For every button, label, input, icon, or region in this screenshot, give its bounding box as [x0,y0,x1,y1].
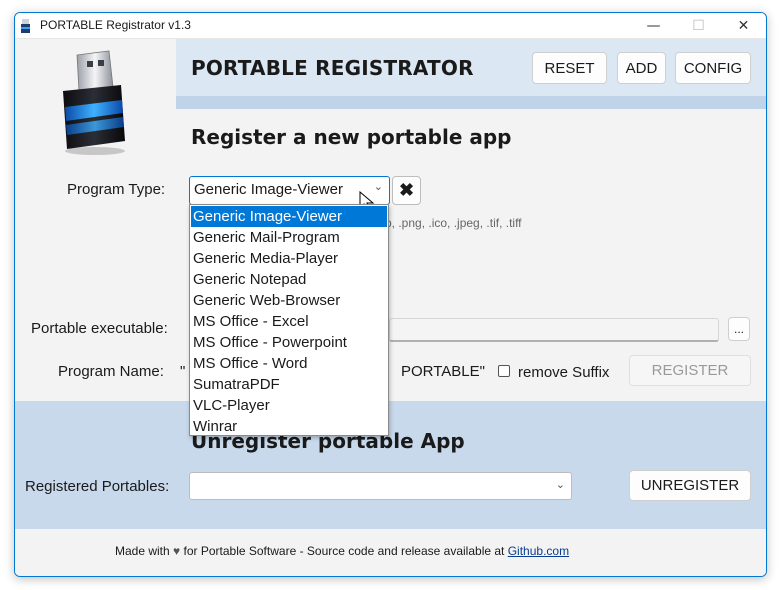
browse-button[interactable]: ... [728,317,750,341]
footer-text: Made with ♥ for Portable Software - Sour… [115,544,569,558]
dropdown-option[interactable]: Generic Notepad [191,269,387,290]
unregister-band [15,401,766,529]
dropdown-option[interactable]: Generic Media-Player [191,248,387,269]
register-section-title: Register a new portable app [191,125,512,149]
portable-executable-input[interactable] [389,318,719,342]
app-heading: PORTABLE REGISTRATOR [191,56,474,80]
dropdown-option[interactable]: MS Office - Excel [191,311,387,332]
add-button[interactable]: ADD [617,52,666,84]
dropdown-option[interactable]: Generic Image-Viewer [191,206,387,227]
dropdown-option[interactable]: VLC-Player [191,395,387,416]
footer: Made with ♥ for Portable Software - Sour… [15,529,766,576]
minimize-button[interactable]: — [631,13,676,38]
program-type-dropdown[interactable]: Generic Image-Viewer Generic Mail-Progra… [189,204,389,436]
clear-type-button[interactable]: ✖ [392,176,421,205]
reset-button[interactable]: RESET [532,52,607,84]
registered-portables-select[interactable]: ⌄ [189,472,572,500]
github-link[interactable]: Github.com [508,544,569,558]
dropdown-option[interactable]: MS Office - Word [191,353,387,374]
usb-app-icon [21,19,30,33]
usb-drive-logo [63,50,125,155]
close-button[interactable]: ✕ [721,13,766,38]
portable-executable-label: Portable executable: [31,320,168,337]
unregister-button[interactable]: UNREGISTER [629,470,751,501]
remove-suffix-checkbox[interactable] [498,365,510,377]
minimize-icon: — [646,17,661,34]
header-strip [176,96,766,109]
program-type-label: Program Type: [67,181,166,198]
registered-portables-label: Registered Portables: [25,478,170,495]
dropdown-option[interactable]: MS Office - Powerpoint [191,332,387,353]
window-title: PORTABLE Registrator v1.3 [40,18,191,32]
chevron-down-icon: ⌄ [373,181,383,193]
program-name-prefix: " [180,363,186,380]
register-button[interactable]: REGISTER [629,355,751,386]
app-window: PORTABLE Registrator v1.3 — ☐ ✕ PORTABLE… [14,12,767,577]
footer-rest: for Portable Software - Source code and … [183,544,505,558]
close-x-icon: ✖ [398,180,415,200]
heart-icon: ♥ [173,544,181,558]
chevron-down-icon: ⌄ [555,479,565,491]
dropdown-option[interactable]: Generic Web-Browser [191,290,387,311]
maximize-button[interactable]: ☐ [676,13,721,38]
dropdown-option[interactable]: SumatraPDF [191,374,387,395]
program-name-label: Program Name: [58,363,164,380]
maximize-icon: ☐ [692,17,705,34]
title-bar[interactable]: PORTABLE Registrator v1.3 — ☐ ✕ [15,13,766,39]
program-type-value: Generic Image-Viewer [194,181,343,198]
program-name-suffix: PORTABLE" [401,363,485,380]
footer-made-with: Made with [115,544,170,558]
config-button[interactable]: CONFIG [675,52,751,84]
remove-suffix-label: remove Suffix [518,364,610,381]
close-icon: ✕ [737,17,750,34]
dropdown-option[interactable]: Generic Mail-Program [191,227,387,248]
dropdown-option[interactable]: Winrar [191,416,387,437]
